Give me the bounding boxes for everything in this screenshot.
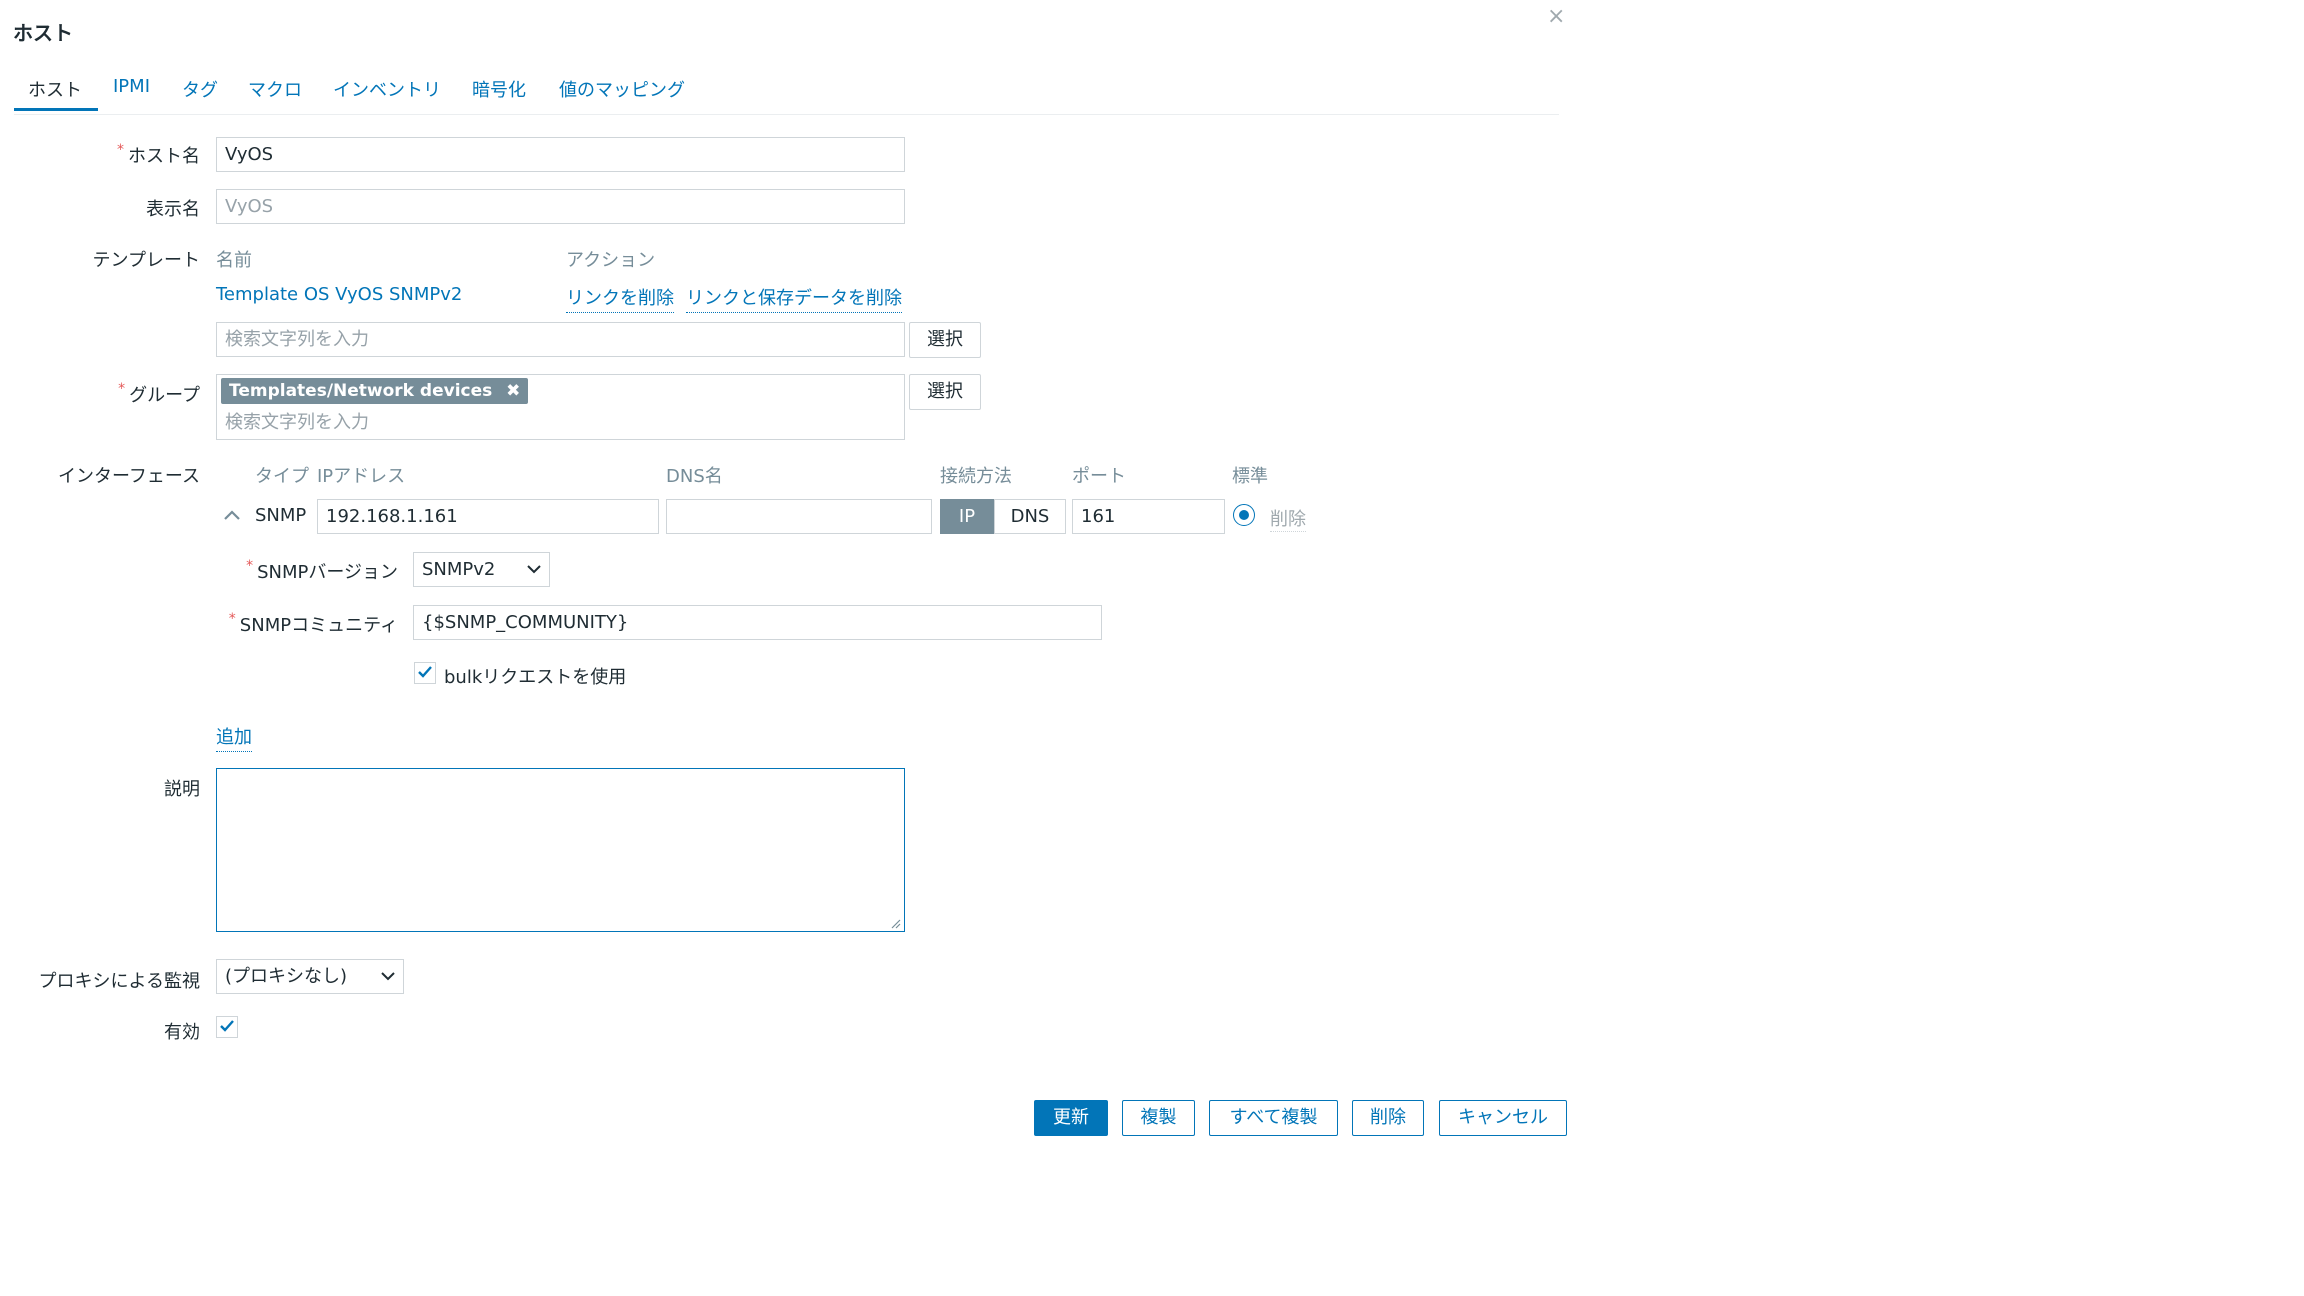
iface-type-header: タイプ — [255, 466, 309, 487]
groups-multiselect[interactable]: Templates/Network devices ✖ 検索文字列を入力 — [216, 374, 905, 440]
proxy-label: プロキシによる監視 — [38, 971, 200, 992]
tab-inventory[interactable]: インベントリ — [333, 76, 441, 102]
dialog-title: ホスト — [13, 21, 73, 45]
snmp-version-label: * SNMPバージョン — [246, 558, 398, 583]
visible-name-input[interactable]: VyOS — [216, 189, 905, 224]
active-tab-indicator — [14, 108, 98, 111]
description-label: 説明 — [164, 779, 200, 800]
bulk-checkbox[interactable] — [414, 662, 436, 684]
enabled-label: 有効 — [164, 1022, 200, 1043]
chevron-up-icon[interactable] — [222, 505, 242, 525]
group-select-button[interactable]: 選択 — [909, 374, 981, 410]
groups-label: * グループ — [118, 381, 200, 406]
templates-action-header: アクション — [566, 250, 656, 271]
iface-ip-input[interactable]: 192.168.1.161 — [317, 499, 659, 534]
check-icon — [220, 1020, 234, 1032]
iface-type-value: SNMP — [255, 505, 307, 526]
tab-value-mapping[interactable]: 値のマッピング — [559, 76, 685, 102]
hostname-input[interactable]: VyOS — [216, 137, 905, 172]
iface-port-header: ポート — [1072, 466, 1126, 487]
close-icon[interactable]: × — [1547, 4, 1565, 29]
full-clone-button[interactable]: すべて複製 — [1209, 1100, 1338, 1136]
add-interface-link[interactable]: 追加 — [216, 723, 252, 752]
iface-port-input[interactable]: 161 — [1072, 499, 1225, 534]
proxy-select[interactable]: (プロキシなし) — [216, 959, 404, 994]
templates-label: テンプレート — [92, 250, 200, 271]
tab-host[interactable]: ホスト — [28, 76, 82, 102]
bulk-label: bulkリクエストを使用 — [444, 667, 627, 688]
hostname-label: * ホスト名 — [117, 142, 200, 167]
tab-bar: ホスト IPMI タグ マクロ インベントリ 暗号化 値のマッピング — [14, 70, 1559, 115]
remove-tag-icon[interactable]: ✖ — [506, 381, 520, 401]
template-link[interactable]: Template OS VyOS SNMPv2 — [216, 284, 462, 305]
template-search-input[interactable]: 検索文字列を入力 — [216, 322, 905, 357]
unlink-button[interactable]: リンクを削除 — [566, 284, 674, 313]
iface-connect-header: 接続方法 — [940, 466, 1012, 487]
group-search-input[interactable]: 検索文字列を入力 — [225, 408, 369, 434]
default-interface-radio[interactable] — [1233, 504, 1255, 526]
visible-name-label: 表示名 — [146, 199, 200, 220]
resize-grip-icon — [891, 919, 901, 929]
tab-macros[interactable]: マクロ — [248, 76, 302, 102]
cancel-button[interactable]: キャンセル — [1439, 1100, 1567, 1136]
iface-ip-header: IPアドレス — [317, 466, 406, 487]
templates-name-header: 名前 — [216, 250, 252, 271]
interfaces-label: インターフェース — [57, 466, 200, 487]
tab-ipmi[interactable]: IPMI — [113, 76, 150, 97]
tab-tags[interactable]: タグ — [182, 76, 218, 102]
connect-dns-toggle[interactable]: DNS — [994, 499, 1066, 534]
chevron-down-icon — [527, 565, 541, 574]
check-icon — [418, 666, 432, 678]
group-tag: Templates/Network devices ✖ — [221, 378, 529, 404]
snmp-version-select[interactable]: SNMPv2 — [413, 552, 550, 587]
chevron-down-icon — [381, 972, 395, 981]
iface-dns-input[interactable] — [666, 499, 932, 534]
template-select-button[interactable]: 選択 — [909, 322, 981, 358]
iface-dns-header: DNS名 — [666, 466, 723, 487]
iface-default-header: 標準 — [1232, 466, 1268, 487]
description-textarea[interactable] — [216, 768, 905, 932]
tab-encryption[interactable]: 暗号化 — [472, 76, 526, 102]
unlink-clear-button[interactable]: リンクと保存データを削除 — [686, 284, 902, 313]
clone-button[interactable]: 複製 — [1122, 1100, 1195, 1136]
iface-remove-link[interactable]: 削除 — [1270, 505, 1306, 532]
connect-ip-toggle[interactable]: IP — [940, 499, 994, 534]
enabled-checkbox[interactable] — [216, 1016, 238, 1038]
snmp-community-label: * SNMPコミュニティ — [228, 611, 398, 636]
snmp-community-input[interactable]: {$SNMP_COMMUNITY} — [413, 605, 1102, 640]
delete-button[interactable]: 削除 — [1352, 1100, 1424, 1136]
update-button[interactable]: 更新 — [1034, 1100, 1108, 1136]
